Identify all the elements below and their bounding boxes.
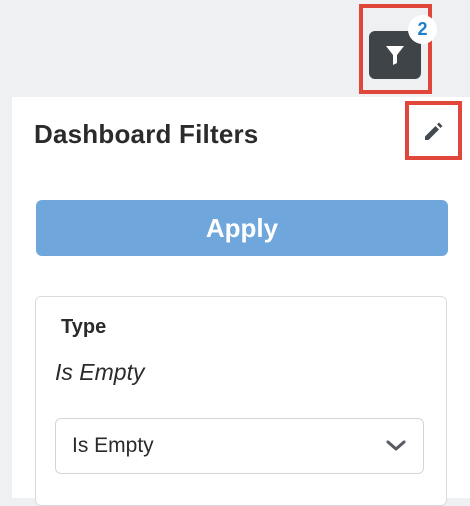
filter-icon <box>386 46 404 65</box>
panel-title: Dashboard Filters <box>34 119 259 149</box>
edit-filters-button[interactable] <box>416 114 450 148</box>
filter-label: Type <box>61 316 107 338</box>
filter-operator-value: Is Empty <box>72 434 154 457</box>
apply-button[interactable]: Apply <box>36 200 448 256</box>
dashboard-toolbar: 2 <box>0 0 470 97</box>
pencil-icon <box>425 122 443 140</box>
active-filter-count-badge: 2 <box>408 15 437 44</box>
filter-summary: Is Empty <box>55 359 145 385</box>
chevron-down-icon <box>385 439 407 453</box>
filter-operator-select[interactable]: Is Empty <box>55 418 424 474</box>
filter-card-type: Type Is Empty Is Empty <box>35 296 447 506</box>
dashboard-filters-panel: Dashboard Filters Apply Type Is Empty Is… <box>12 97 470 506</box>
